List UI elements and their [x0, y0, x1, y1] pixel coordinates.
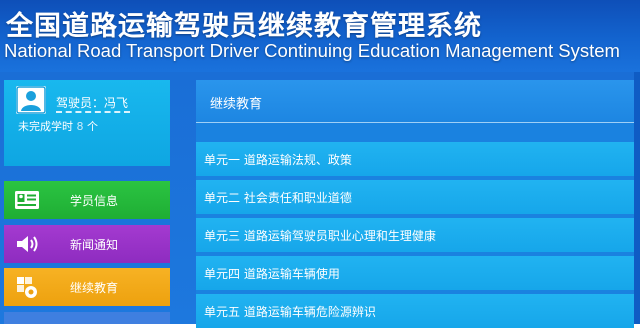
app-title-english: National Road Transport Driver Continuin… [4, 40, 620, 61]
unit-row-5[interactable]: 单元五 道路运输车辆危险源辨识 [196, 294, 634, 328]
app-header: 全国道路运输驾驶员继续教育管理系统 National Road Transpor… [0, 0, 640, 72]
nav-news-notice[interactable]: 新闻通知 [4, 225, 170, 263]
unit-row-1[interactable]: 单元一 道路运输法规、政策 [196, 142, 634, 176]
nav-continuing-education-label: 继续教育 [70, 281, 119, 295]
incomplete-label: 未完成学时 [18, 120, 73, 133]
avatar-icon [16, 86, 46, 114]
unit-row-label: 单元二 社会责任和职业道德 [204, 191, 352, 205]
incomplete-unit: 个 [87, 120, 98, 133]
right-edge [634, 72, 640, 324]
user-info-card: 驾驶员：冯飞 未完成学时 8 个 [4, 80, 170, 166]
app-title-chinese: 全国道路运输驾驶员继续教育管理系统 [6, 11, 482, 42]
unit-row-label: 单元五 道路运输车辆危险源辨识 [204, 305, 376, 319]
id-card-icon [14, 188, 40, 212]
nav-student-info[interactable]: 学员信息 [4, 181, 170, 219]
unit-row-label: 单元四 道路运输车辆使用 [204, 267, 340, 281]
content-header: 继续教育 [196, 80, 634, 123]
incomplete-hours: 未完成学时 8 个 [18, 118, 98, 134]
unit-row-label: 单元一 道路运输法规、政策 [204, 153, 352, 167]
unit-row-3[interactable]: 单元三 道路运输驾驶员职业心理和生理健康 [196, 218, 634, 252]
unit-row-2[interactable]: 单元二 社会责任和职业道德 [196, 180, 634, 214]
speaker-icon [14, 232, 40, 256]
nav-item-partial[interactable] [4, 312, 170, 324]
incomplete-count: 8 [76, 120, 84, 133]
nav-continuing-education[interactable]: 继续教育 [4, 268, 170, 306]
nav-news-notice-label: 新闻通知 [70, 238, 119, 252]
content-title: 继续教育 [210, 97, 263, 112]
content-panel: 继续教育 单元一 道路运输法规、政策 单元二 社会责任和职业道德 单元三 道路运… [196, 80, 634, 328]
nav-student-info-label: 学员信息 [70, 194, 119, 208]
driver-name: 驾驶员：冯飞 [56, 96, 129, 110]
unit-row-4[interactable]: 单元四 道路运输车辆使用 [196, 256, 634, 290]
education-icon [14, 275, 40, 299]
unit-row-label: 单元三 道路运输驾驶员职业心理和生理健康 [204, 229, 436, 243]
name-underline [56, 111, 130, 113]
